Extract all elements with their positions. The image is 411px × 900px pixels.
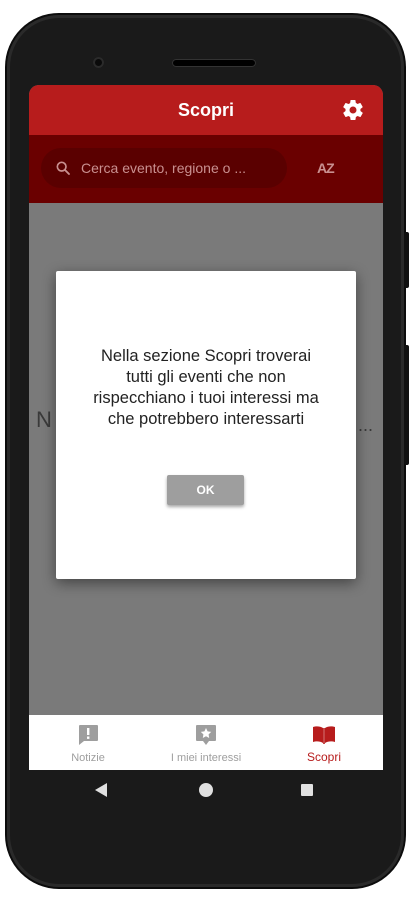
nav-item-scopri[interactable]: Scopri: [265, 715, 383, 770]
front-camera: [93, 57, 104, 68]
background-text-ellipsis: ...: [358, 415, 374, 435]
search-field[interactable]: [41, 148, 287, 188]
nav-item-interessi[interactable]: I miei interessi: [147, 715, 265, 770]
background-text-fragment: N: [36, 407, 52, 432]
nav-label: Scopri: [306, 750, 341, 764]
dialog-message: Nella sezione Scopri troverai tutti gli …: [93, 347, 319, 428]
home-icon[interactable]: [199, 783, 213, 797]
search-icon: [56, 161, 70, 175]
ok-button[interactable]: OK: [167, 475, 244, 505]
sort-az-button[interactable]: AZ: [317, 160, 335, 176]
recent-apps-icon[interactable]: [301, 784, 313, 796]
system-navigation-bar: [29, 770, 383, 812]
bottom-navigation: Notizie I miei interessi Scopri: [29, 715, 383, 770]
search-input[interactable]: [81, 148, 277, 188]
nav-item-notizie[interactable]: Notizie: [29, 715, 147, 770]
power-button: [404, 345, 409, 465]
star-badge-icon: [196, 725, 216, 745]
earpiece-speaker: [172, 59, 256, 67]
search-bar: AZ: [29, 135, 383, 203]
exclamation-icon: [79, 725, 98, 745]
volume-button: [404, 232, 409, 288]
book-icon: [313, 726, 335, 744]
page-title: Scopri: [177, 100, 234, 120]
gear-icon[interactable]: [341, 98, 365, 122]
info-dialog: Nella sezione Scopri troverai tutti gli …: [56, 271, 356, 579]
back-icon[interactable]: [95, 783, 107, 797]
nav-label: Notizie: [71, 752, 105, 764]
nav-label: I miei interessi: [170, 752, 242, 764]
app-bar: Scopri: [29, 85, 383, 135]
